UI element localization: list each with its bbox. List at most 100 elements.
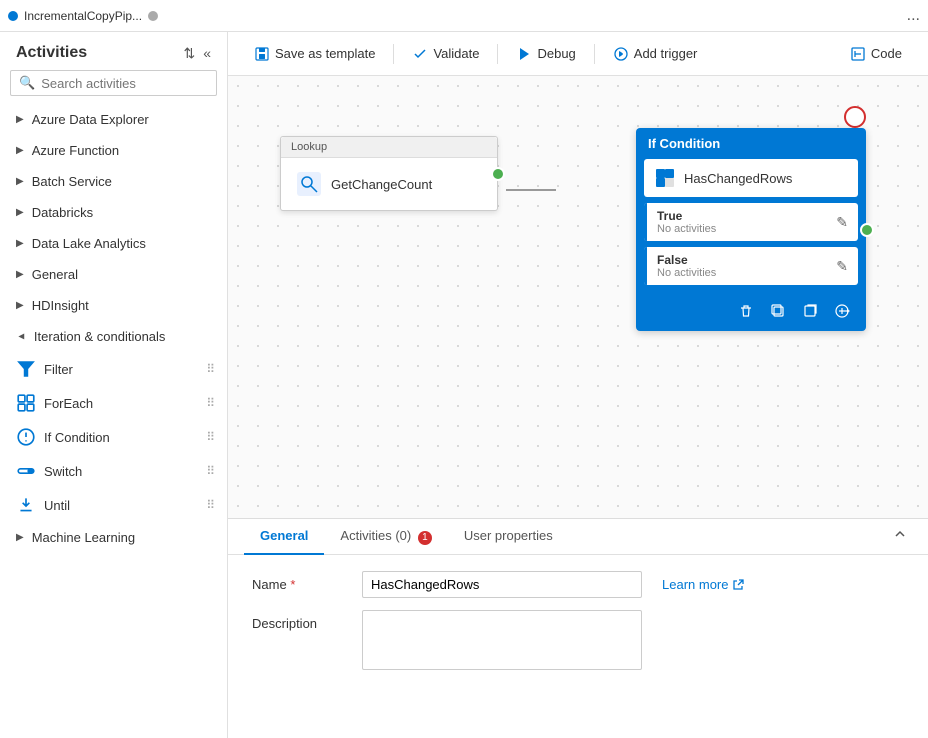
sidebar-item-until[interactable]: Until ⠿ — [0, 488, 227, 522]
content-area: Save as template Validate Debug — [228, 32, 928, 738]
if-branch-false: False No activities ✎ — [644, 247, 858, 285]
title-modified-dot — [148, 11, 158, 21]
if-condition-icon — [16, 427, 36, 447]
sidebar-group-label: Data Lake Analytics — [32, 236, 146, 251]
toolbar-separator — [393, 44, 394, 64]
if-branch-true-info: True No activities — [657, 209, 716, 235]
description-form-row: Description — [252, 610, 904, 670]
code-label: Code — [871, 46, 902, 61]
bottom-tabs-left: General Activities (0) 1 User properties — [244, 520, 569, 554]
add-trigger-button[interactable]: Add trigger — [603, 41, 708, 67]
sidebar-group-machine-learning[interactable]: ▶ Machine Learning — [0, 522, 227, 553]
switch-icon — [16, 461, 36, 481]
tab-activities-label: Activities (0) — [340, 528, 411, 543]
tab-activities[interactable]: Activities (0) 1 — [324, 520, 447, 555]
chevron-icon: ▶ — [16, 532, 24, 543]
if-branch-false-sub: No activities — [657, 267, 716, 279]
if-branch-true: True No activities ✎ — [644, 203, 858, 241]
sidebar: Activities ⇅ « 🔍 ▶ Azure Data Explorer ▶… — [0, 32, 228, 738]
if-branch-false-edit-icon[interactable]: ✎ — [836, 258, 848, 275]
code-button[interactable]: Code — [840, 41, 912, 67]
if-condition-card[interactable]: If Condition HasChangedRows — [636, 128, 866, 331]
sidebar-item-filter[interactable]: Filter ⠿ — [0, 352, 227, 386]
debug-icon — [516, 46, 532, 62]
sidebar-group-data-lake-analytics[interactable]: ▶ Data Lake Analytics — [0, 228, 227, 259]
chevron-up-icon — [892, 526, 908, 542]
connector-line — [506, 189, 556, 191]
save-template-icon — [254, 46, 270, 62]
chevron-icon: ▶ — [16, 145, 24, 156]
bottom-panel: General Activities (0) 1 User properties — [228, 518, 928, 738]
sidebar-item-label: ForEach — [44, 396, 93, 411]
add-trigger-label: Add trigger — [634, 46, 698, 61]
if-branch-true-edit-icon[interactable]: ✎ — [836, 214, 848, 231]
drag-handle-icon: ⠿ — [206, 362, 215, 376]
tab-activities-badge: 1 — [418, 531, 432, 545]
foreach-icon — [16, 393, 36, 413]
sidebar-group-hdinsight[interactable]: ▶ HDInsight — [0, 290, 227, 321]
sidebar-item-left: If Condition — [16, 427, 110, 447]
lookup-card-header-label: Lookup — [291, 141, 327, 153]
title-bar-left: IncrementalCopyPip... — [8, 9, 158, 23]
save-template-label: Save as template — [275, 46, 375, 61]
if-branch-true-sub: No activities — [657, 223, 716, 235]
chevron-icon: ▶ — [16, 300, 24, 311]
sidebar-item-label: Switch — [44, 464, 82, 479]
name-input[interactable] — [362, 571, 642, 598]
chevron-icon: ▶ — [16, 176, 24, 187]
sidebar-group-iteration-conditionals[interactable]: ▼ Iteration & conditionals — [0, 321, 227, 352]
sidebar-group-label: Azure Data Explorer — [32, 112, 149, 127]
panel-collapse-button[interactable] — [888, 522, 912, 551]
if-card-delete-button[interactable] — [732, 297, 760, 325]
title-bar-ellipsis-button[interactable]: ... — [907, 7, 920, 25]
chevron-icon: ▶ — [16, 238, 24, 249]
sidebar-group-databricks[interactable]: ▶ Databricks — [0, 197, 227, 228]
name-label: Name * — [252, 571, 342, 592]
sidebar-group-azure-function[interactable]: ▶ Azure Function — [0, 135, 227, 166]
lookup-card[interactable]: Lookup GetChangeCount — [280, 136, 498, 211]
sidebar-collapse-icon[interactable]: « — [203, 45, 211, 62]
tab-user-properties[interactable]: User properties — [448, 520, 569, 555]
debug-button[interactable]: Debug — [506, 41, 585, 67]
chevron-icon: ▶ — [16, 207, 24, 218]
sidebar-group-label: Batch Service — [32, 174, 112, 189]
sidebar-group-label: General — [32, 267, 78, 282]
validate-label: Validate — [433, 46, 479, 61]
sidebar-group-general[interactable]: ▶ General — [0, 259, 227, 290]
save-as-template-button[interactable]: Save as template — [244, 41, 385, 67]
condition-icon — [654, 167, 676, 189]
if-condition-name: HasChangedRows — [684, 171, 792, 186]
lookup-card-name: GetChangeCount — [331, 177, 432, 192]
sidebar-group-label: Azure Function — [32, 143, 119, 158]
sidebar-group-azure-data-explorer[interactable]: ▶ Azure Data Explorer — [0, 104, 227, 135]
sidebar-item-if-condition[interactable]: If Condition ⠿ — [0, 420, 227, 454]
learn-more-link[interactable]: Learn more — [662, 571, 744, 592]
form-area: Name * Learn more Description — [252, 571, 904, 722]
if-branch-false-header: False No activities ✎ — [644, 247, 858, 285]
tab-general[interactable]: General — [244, 520, 324, 555]
if-card-add-button[interactable] — [828, 297, 856, 325]
if-card-condition: HasChangedRows — [644, 159, 858, 197]
if-card-clone-button[interactable] — [764, 297, 792, 325]
sidebar-expand-icon[interactable]: ⇅ — [183, 45, 195, 62]
sidebar-group-batch-service[interactable]: ▶ Batch Service — [0, 166, 227, 197]
search-input[interactable] — [41, 76, 208, 91]
toolbar: Save as template Validate Debug — [228, 32, 928, 76]
sidebar-item-switch[interactable]: Switch ⠿ — [0, 454, 227, 488]
chevron-icon: ▶ — [16, 269, 24, 280]
lookup-card-connector — [491, 167, 505, 181]
lookup-card-header: Lookup — [281, 137, 497, 158]
if-card-connector — [860, 223, 874, 237]
drag-handle-icon: ⠿ — [206, 430, 215, 444]
if-branch-false-label: False — [657, 253, 716, 267]
canvas[interactable]: Lookup GetChangeCount — [228, 76, 928, 518]
sidebar-items: ▶ Azure Data Explorer ▶ Azure Function ▶… — [0, 104, 227, 738]
sidebar-item-foreach[interactable]: ForEach ⠿ — [0, 386, 227, 420]
description-input[interactable] — [362, 610, 642, 670]
external-link-icon — [732, 579, 744, 591]
search-icon: 🔍 — [19, 75, 35, 91]
if-card-copy-button[interactable] — [796, 297, 824, 325]
if-card-header-label: If Condition — [648, 136, 720, 151]
sidebar-group-label: HDInsight — [32, 298, 89, 313]
validate-button[interactable]: Validate — [402, 41, 489, 67]
